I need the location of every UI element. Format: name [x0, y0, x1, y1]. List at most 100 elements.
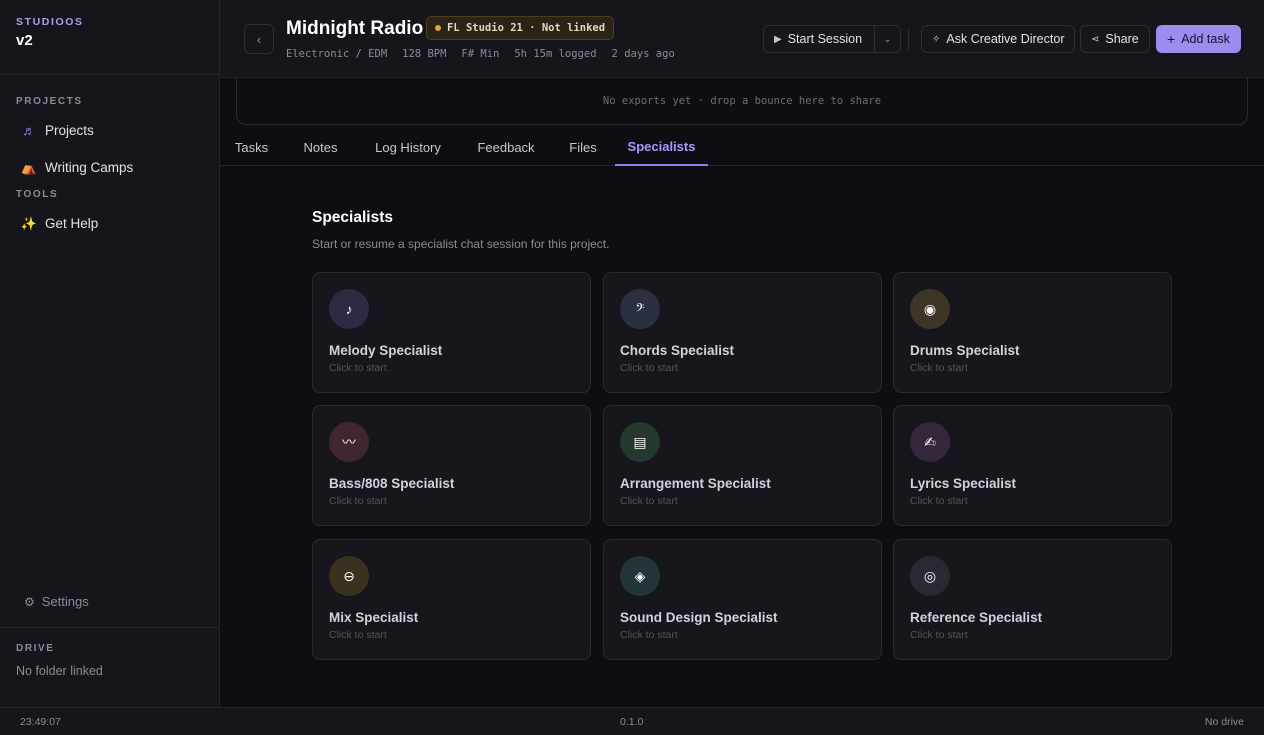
settings-label: Settings	[41, 594, 89, 609]
add-task-label: Add task	[1181, 32, 1230, 46]
specialist-card[interactable]: ✍ Lyrics Specialist Click to start	[893, 405, 1172, 526]
specialist-card[interactable]: 𝄢 Chords Specialist Click to start	[603, 272, 882, 393]
drum-icon: ◉	[910, 289, 950, 329]
chevron-left-icon: ‹	[256, 31, 262, 47]
plus-icon: +	[1167, 31, 1176, 47]
add-task-button[interactable]: + Add task	[1156, 25, 1241, 53]
specialist-hint: Click to start	[329, 629, 387, 641]
project-header: ‹ Midnight Radio FL Studio 21 · Not link…	[220, 0, 1264, 78]
specialist-name: Sound Design Specialist	[620, 610, 778, 625]
tab-log-history[interactable]: Log History	[374, 128, 442, 166]
share-button[interactable]: ⋖ Share	[1080, 25, 1150, 53]
gear-icon: ⚙	[24, 594, 35, 609]
specialist-hint: Click to start	[910, 495, 968, 507]
project-title: Midnight Radio	[286, 18, 424, 39]
start-session-button[interactable]: ▶ Start Session	[774, 32, 862, 46]
play-icon: ▶	[774, 33, 782, 45]
status-version: 0.1.0	[620, 716, 644, 728]
sparkles-icon: ✨	[20, 215, 38, 231]
status-bar: 23:49:07 0.1.0 No drive	[0, 707, 1264, 735]
drive-folder-status: No folder linked	[16, 664, 103, 678]
wave-icon: 〰	[329, 422, 369, 462]
meta-bpm: 128 BPM	[402, 48, 447, 60]
specialist-name: Mix Specialist	[329, 610, 419, 625]
specialist-card[interactable]: ♪ Melody Specialist Click to start	[312, 272, 591, 393]
tab-specialists[interactable]: Specialists	[615, 128, 708, 166]
sidebar-item-projects[interactable]: ♬ Projects	[0, 112, 219, 149]
specialist-card[interactable]: ◎ Reference Specialist Click to start	[893, 539, 1172, 660]
header-divider	[908, 28, 909, 50]
specialist-name: Lyrics Specialist	[910, 476, 1017, 491]
specialist-card[interactable]: ▤ Arrangement Specialist Click to start	[603, 405, 882, 526]
tab-feedback[interactable]: Feedback	[477, 128, 534, 166]
specialist-name: Melody Specialist	[329, 343, 443, 358]
start-session-dropdown[interactable]: ⌄	[875, 34, 900, 45]
drive-section: DRIVE No folder linked	[0, 627, 219, 678]
specialists-title: Specialists	[312, 209, 393, 226]
tab-notes[interactable]: Notes	[303, 128, 338, 166]
project-meta: Electronic / EDM 128 BPM F# Min 5h 15m l…	[286, 48, 675, 60]
ask-director-label: Ask Creative Director	[946, 32, 1065, 46]
sidebar-item-label: Get Help	[45, 216, 99, 231]
sparkle-icon: ✧	[932, 33, 941, 45]
diamond-icon: ◈	[620, 556, 660, 596]
specialist-hint: Click to start	[329, 495, 387, 507]
share-icon: ⋖	[1091, 33, 1100, 45]
projects-section-label: PROJECTS	[16, 96, 83, 107]
status-dot-icon	[435, 25, 441, 31]
mixer-icon: ⊖	[329, 556, 369, 596]
daw-status-badge: FL Studio 21 · Not linked	[426, 16, 615, 40]
target-icon: ◎	[910, 556, 950, 596]
specialist-hint: Click to start	[910, 362, 968, 374]
project-tabs: Tasks Notes Log History Feedback Files S…	[220, 128, 1264, 166]
specialist-name: Bass/808 Specialist	[329, 476, 455, 491]
drive-label: DRIVE	[16, 643, 55, 654]
specialist-hint: Click to start	[620, 629, 678, 641]
status-drive: No drive	[1204, 716, 1244, 728]
specialist-hint: Click to start	[620, 362, 678, 374]
tent-icon: ⛺	[20, 159, 38, 175]
list-icon: ▤	[620, 422, 660, 462]
specialist-card[interactable]: ◈ Sound Design Specialist Click to start	[603, 539, 882, 660]
start-session-label: Start Session	[787, 32, 863, 46]
pen-icon: ✍	[910, 422, 950, 462]
note-icon: ♪	[329, 289, 369, 329]
sidebar-item-label: Writing Camps	[45, 160, 134, 175]
specialist-hint: Click to start	[910, 629, 968, 641]
ask-creative-director-button[interactable]: ✧ Ask Creative Director	[921, 25, 1076, 53]
meta-updated: 2 days ago	[611, 48, 675, 60]
specialist-name: Chords Specialist	[620, 343, 735, 358]
sidebar-item-writing-camps[interactable]: ⛺ Writing Camps	[0, 149, 219, 186]
music-notes-icon: ♬	[22, 123, 36, 138]
tools-section-label: TOOLS	[16, 189, 59, 200]
meta-genre: Electronic / EDM	[286, 48, 388, 60]
specialist-hint: Click to start	[329, 362, 387, 374]
specialist-card[interactable]: ◉ Drums Specialist Click to start	[893, 272, 1172, 393]
specialist-name: Arrangement Specialist	[620, 476, 771, 491]
specialist-card[interactable]: 〰 Bass/808 Specialist Click to start	[312, 405, 591, 526]
sidebar: STUDIOOS v2 PROJECTS ♬ Projects ⛺ Writin…	[0, 0, 220, 707]
tab-files[interactable]: Files	[569, 128, 596, 166]
chevron-down-icon: ⌄	[883, 33, 892, 45]
meta-key: F# Min	[461, 48, 500, 60]
bass-clef-icon: 𝄢	[620, 289, 660, 329]
specialist-hint: Click to start	[620, 495, 678, 507]
start-session-split-button: ▶ Start Session ⌄	[763, 25, 902, 53]
brand-version: v2	[16, 32, 33, 49]
share-label: Share	[1105, 32, 1139, 46]
specialist-card[interactable]: ⊖ Mix Specialist Click to start	[312, 539, 591, 660]
specialists-subtitle: Start or resume a specialist chat sessio…	[312, 237, 610, 251]
daw-status-text: FL Studio 21 · Not linked	[447, 22, 606, 34]
exports-empty-text: No exports yet · drop a bounce here to s…	[602, 95, 882, 107]
settings-button[interactable]: ⚙ Settings	[24, 594, 89, 609]
exports-dropzone[interactable]: No exports yet · drop a bounce here to s…	[236, 78, 1248, 125]
meta-logged: 5h 15m logged	[514, 48, 597, 60]
brand-name: STUDIOOS	[16, 16, 84, 28]
brand: STUDIOOS v2	[0, 0, 219, 75]
sidebar-item-label: Projects	[45, 123, 94, 138]
specialist-name: Drums Specialist	[910, 343, 1020, 358]
sidebar-item-get-help[interactable]: ✨ Get Help	[0, 205, 219, 242]
back-button[interactable]: ‹	[244, 24, 274, 54]
tab-tasks[interactable]: Tasks	[235, 128, 268, 166]
status-clock: 23:49:07	[20, 716, 61, 728]
